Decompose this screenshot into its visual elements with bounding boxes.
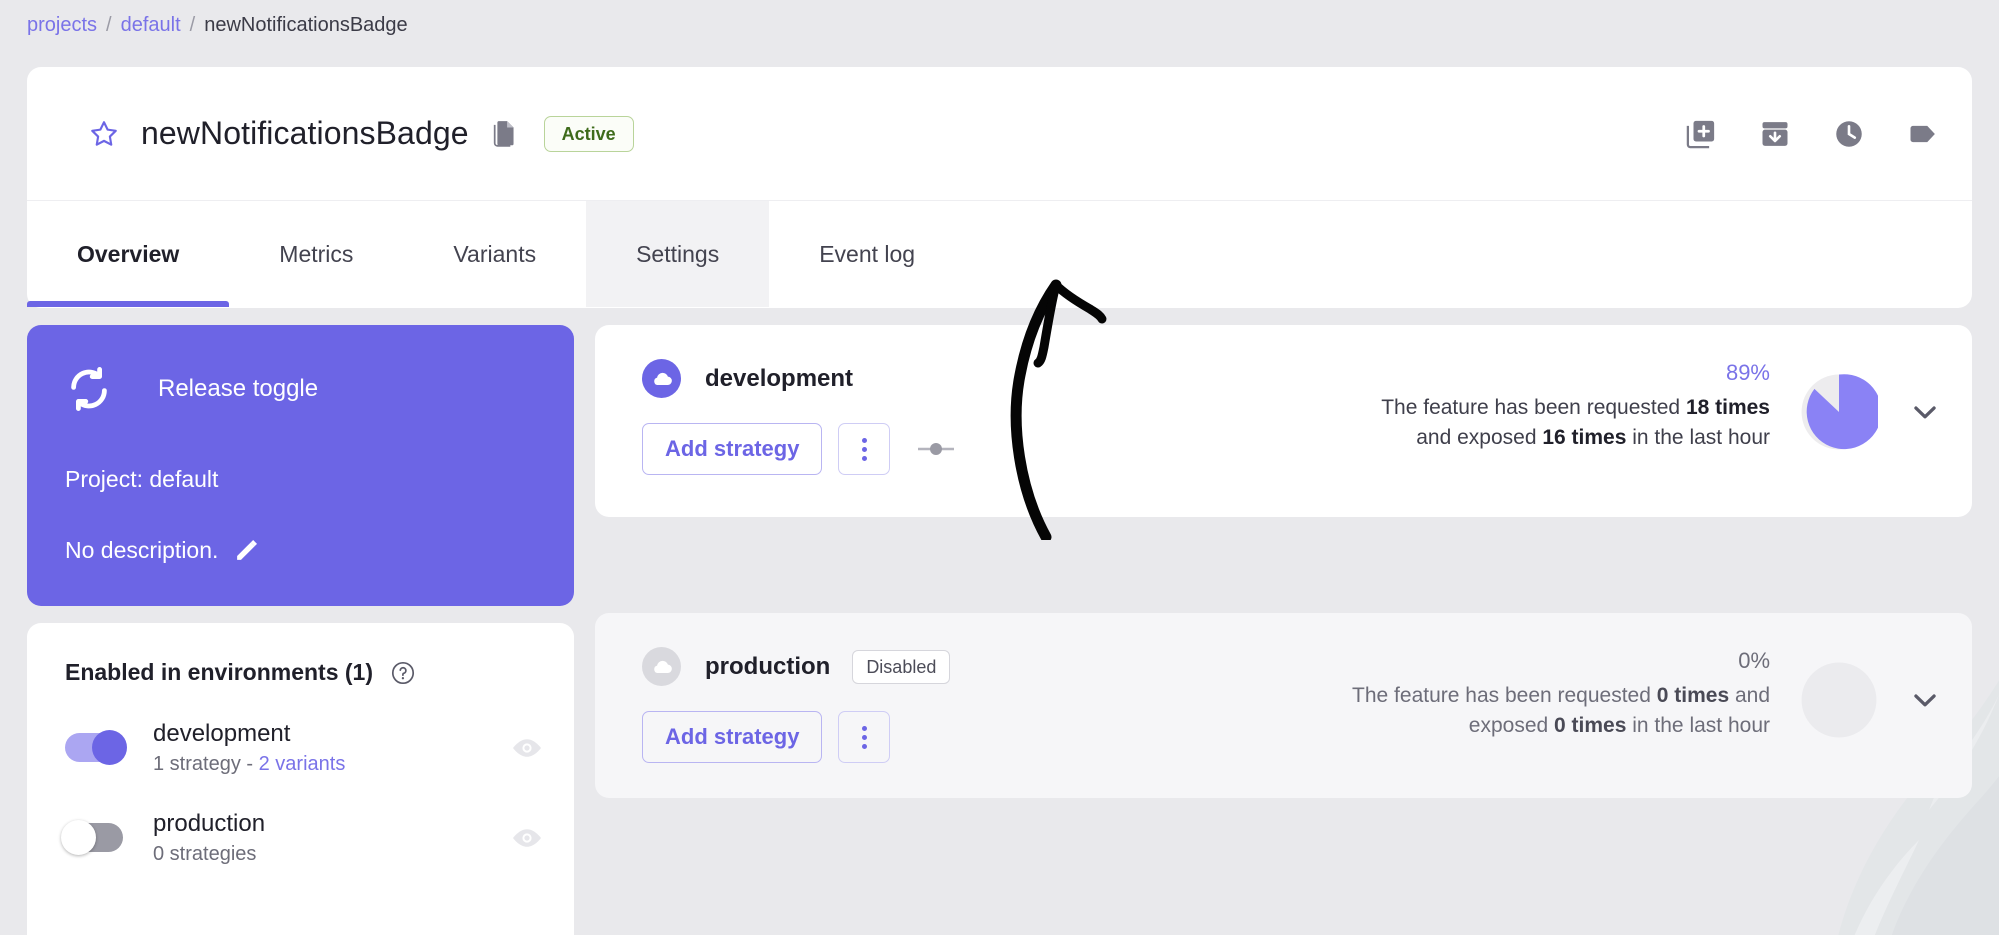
pencil-icon[interactable] bbox=[234, 538, 259, 563]
environment-panel-development: development Add strategy 89% The feature… bbox=[595, 325, 1972, 517]
enabled-environments-title-row: Enabled in environments (1) bbox=[65, 659, 544, 686]
environment-strategy-info-development: 1 strategy - 2 variants bbox=[153, 753, 345, 776]
tab-event-log[interactable]: Event log bbox=[769, 201, 965, 307]
stats-prefix: The feature has been requested bbox=[1352, 684, 1657, 707]
environment-panel-title-row-production: production Disabled bbox=[642, 647, 950, 686]
environment-panel-left-production: production Disabled Add strategy bbox=[642, 647, 950, 763]
environment-switch-development[interactable] bbox=[65, 733, 123, 762]
environment-panel-title-row-development: development bbox=[642, 359, 956, 398]
exposure-description-production: The feature has been requested 0 times a… bbox=[1350, 681, 1770, 742]
breadcrumb-current: newNotificationsBadge bbox=[204, 14, 407, 37]
environment-name-production: production bbox=[153, 809, 265, 839]
environment-switch-production[interactable] bbox=[65, 823, 123, 852]
enabled-environments-card: Enabled in environments (1) development … bbox=[27, 623, 574, 935]
stats-requested: 0 times bbox=[1657, 684, 1729, 707]
tab-variants[interactable]: Variants bbox=[403, 201, 586, 307]
add-strategy-button-development[interactable]: Add strategy bbox=[642, 423, 822, 475]
copy-icon[interactable] bbox=[493, 120, 519, 148]
tab-overview[interactable]: Overview bbox=[27, 201, 229, 307]
more-options-icon[interactable] bbox=[838, 423, 890, 475]
cloud-icon bbox=[642, 359, 681, 398]
variants-link-development[interactable]: 2 variants bbox=[259, 753, 346, 775]
environment-panel-stats-production: 0% The feature has been requested 0 time… bbox=[1350, 647, 1770, 741]
environment-name-development: development bbox=[153, 719, 345, 749]
exposure-description-development: The feature has been requested 18 times … bbox=[1350, 393, 1770, 454]
eye-icon[interactable] bbox=[510, 826, 544, 850]
add-to-new-flag-icon[interactable] bbox=[1686, 119, 1716, 149]
status-badge: Active bbox=[544, 116, 634, 152]
strategy-separator-icon bbox=[916, 441, 956, 457]
tab-bar: Overview Metrics Variants Settings Event… bbox=[27, 201, 1972, 307]
stats-suffix: in the last hour bbox=[1626, 426, 1770, 449]
release-toggle-project: Project: default bbox=[65, 466, 534, 493]
stats-exposed: 0 times bbox=[1554, 714, 1626, 737]
breadcrumb-projects-link[interactable]: projects bbox=[27, 14, 97, 37]
release-toggle-description: No description. bbox=[65, 537, 218, 564]
release-toggle-description-row: No description. bbox=[65, 537, 534, 564]
tab-settings[interactable]: Settings bbox=[586, 201, 769, 307]
environment-panel-left-development: development Add strategy bbox=[642, 359, 956, 475]
star-icon[interactable] bbox=[89, 119, 119, 149]
environment-panel-name-development: development bbox=[705, 365, 853, 393]
environment-toggle-row-development: development 1 strategy - 2 variants bbox=[65, 719, 544, 776]
enabled-environments-title: Enabled in environments (1) bbox=[65, 659, 373, 686]
sync-icon bbox=[65, 365, 113, 413]
tab-metrics[interactable]: Metrics bbox=[229, 201, 403, 307]
feature-flag-panel: newNotificationsBadge Active bbox=[27, 67, 1972, 308]
breadcrumb: projects / default / newNotificationsBad… bbox=[27, 14, 408, 37]
disabled-badge: Disabled bbox=[852, 650, 950, 684]
feature-flag-header: newNotificationsBadge Active bbox=[27, 67, 1972, 201]
environment-strategy-info-production: 0 strategies bbox=[153, 843, 265, 866]
stats-prefix: The feature has been requested bbox=[1381, 396, 1686, 419]
header-actions bbox=[1686, 119, 1938, 149]
environment-panel-metrics-production: 0% The feature has been requested 0 time… bbox=[1350, 647, 1942, 741]
environment-panel-name-production: production bbox=[705, 653, 830, 681]
eye-icon[interactable] bbox=[510, 736, 544, 760]
history-icon[interactable] bbox=[1834, 119, 1864, 149]
breadcrumb-separator-1: / bbox=[106, 14, 112, 37]
cloud-icon bbox=[642, 647, 681, 686]
add-strategy-button-production[interactable]: Add strategy bbox=[642, 711, 822, 763]
archive-icon[interactable] bbox=[1760, 119, 1790, 149]
release-toggle-type-row: Release toggle bbox=[65, 365, 534, 413]
stats-middle: and exposed bbox=[1416, 426, 1542, 449]
environment-labels-development: development 1 strategy - 2 variants bbox=[153, 719, 345, 776]
chevron-down-icon[interactable] bbox=[1908, 683, 1942, 717]
breadcrumb-separator-2: / bbox=[190, 14, 196, 37]
environment-toggle-row-production: production 0 strategies bbox=[65, 809, 544, 866]
page-title: newNotificationsBadge bbox=[141, 115, 469, 152]
tag-icon[interactable] bbox=[1908, 119, 1938, 149]
exposure-pie-chart-development bbox=[1800, 373, 1878, 451]
release-toggle-type-label: Release toggle bbox=[158, 375, 318, 403]
environment-panel-stats-development: 89% The feature has been requested 18 ti… bbox=[1350, 359, 1770, 453]
chevron-down-icon[interactable] bbox=[1908, 395, 1942, 429]
release-toggle-card: Release toggle Project: default No descr… bbox=[27, 325, 574, 606]
exposure-percent-development: 89% bbox=[1350, 359, 1770, 388]
strategy-count-development: 1 strategy - bbox=[153, 753, 259, 775]
environment-panel-actions-development: Add strategy bbox=[642, 423, 956, 475]
exposure-pie-chart-production bbox=[1800, 661, 1878, 739]
environment-panel-actions-production: Add strategy bbox=[642, 711, 950, 763]
environment-labels-production: production 0 strategies bbox=[153, 809, 265, 866]
breadcrumb-project-link[interactable]: default bbox=[121, 14, 181, 37]
environment-panel-production: production Disabled Add strategy 0% The … bbox=[595, 613, 1972, 798]
more-options-icon[interactable] bbox=[838, 711, 890, 763]
exposure-percent-production: 0% bbox=[1350, 647, 1770, 676]
stats-requested: 18 times bbox=[1686, 396, 1770, 419]
stats-exposed: 16 times bbox=[1542, 426, 1626, 449]
stats-suffix: in the last hour bbox=[1626, 714, 1770, 737]
help-circle-icon[interactable] bbox=[391, 661, 415, 685]
environment-panel-metrics-development: 89% The feature has been requested 18 ti… bbox=[1350, 359, 1942, 453]
